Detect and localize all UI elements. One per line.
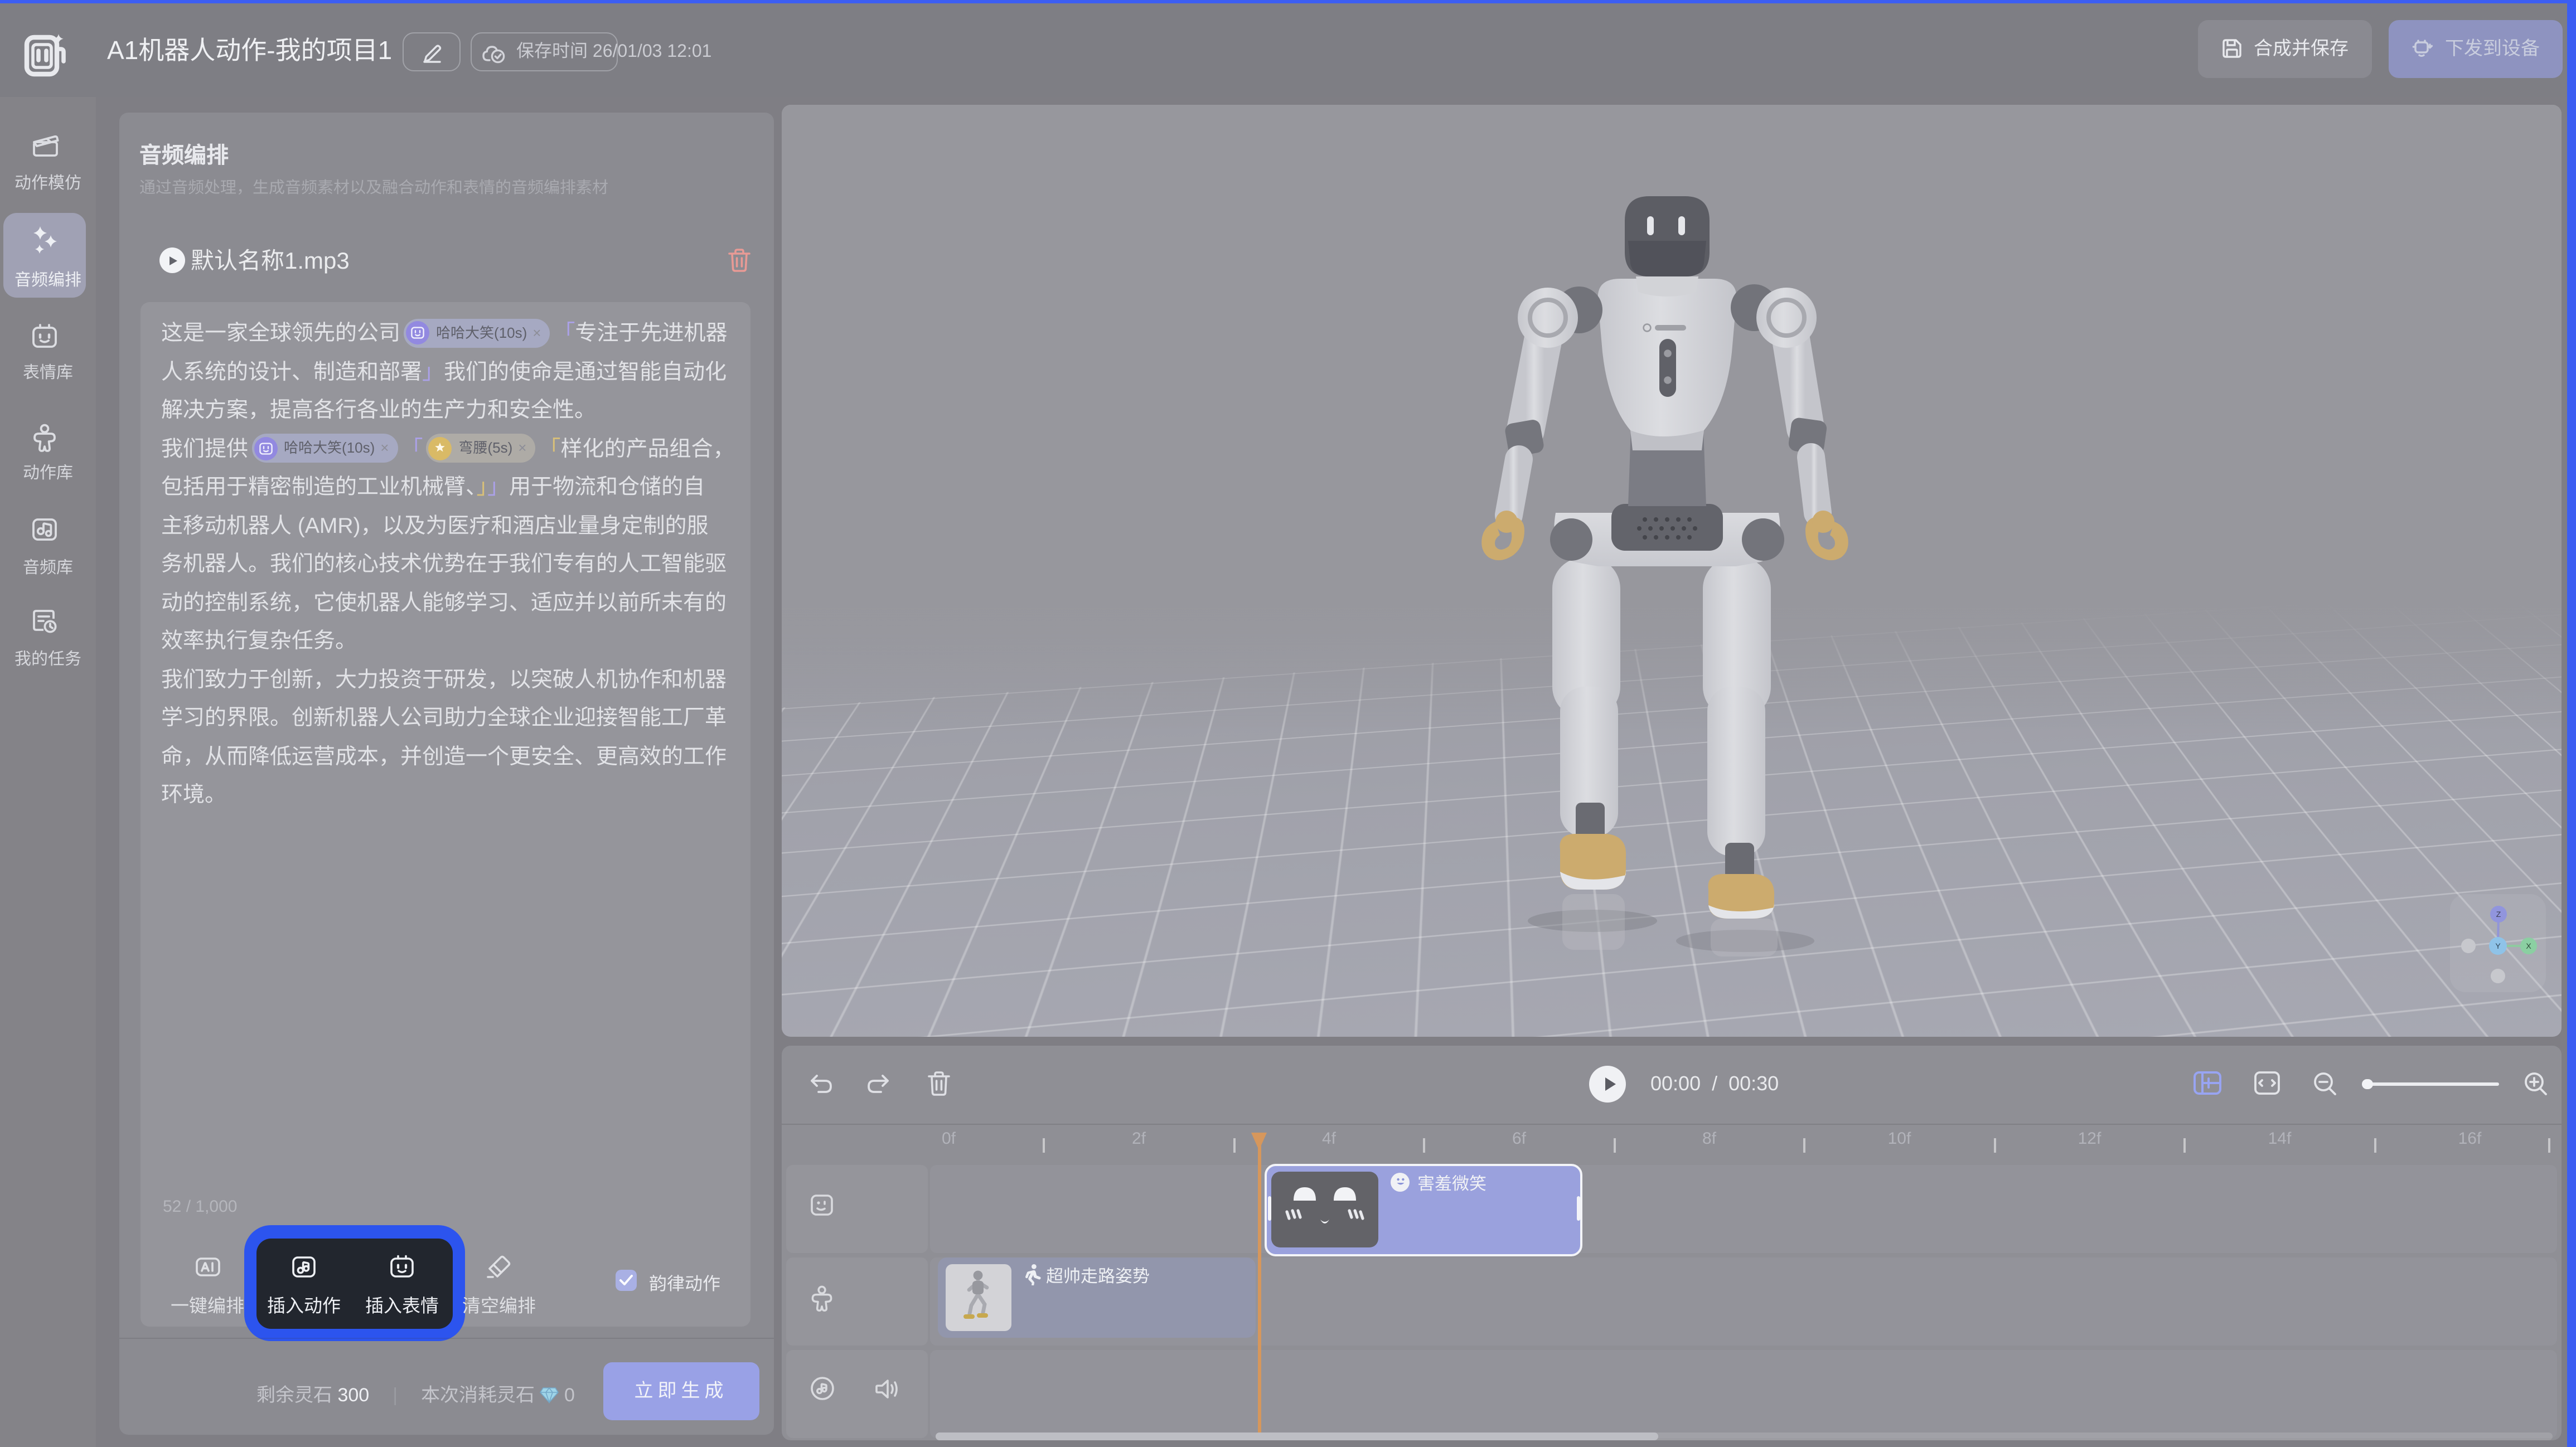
svg-text:X: X xyxy=(2526,941,2531,950)
svg-text:Z: Z xyxy=(2496,910,2501,919)
svg-text:Y: Y xyxy=(2495,941,2501,950)
